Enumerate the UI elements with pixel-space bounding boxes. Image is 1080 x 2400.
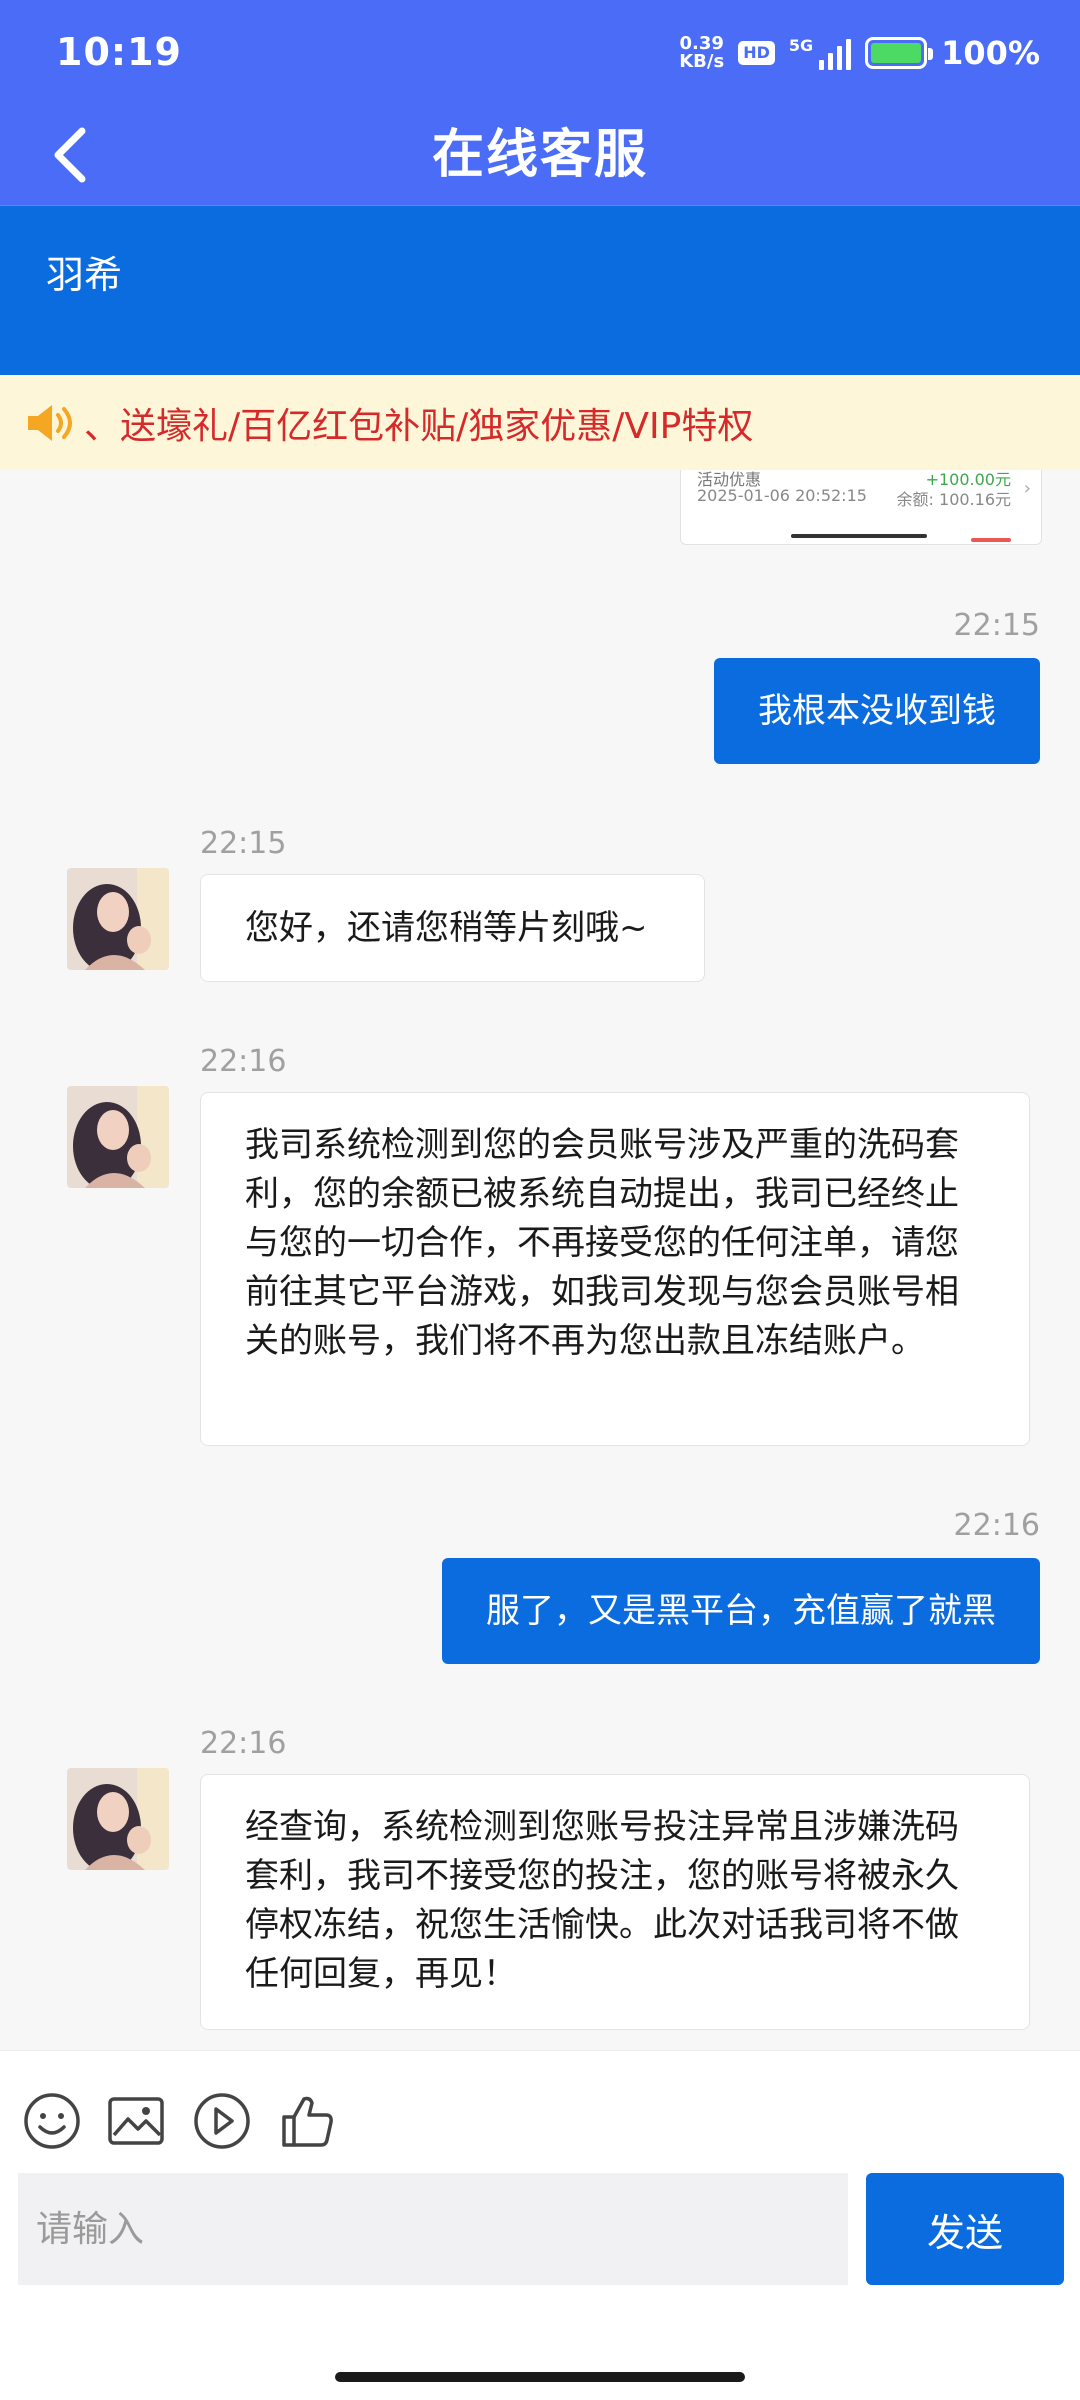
bottom-safe-area xyxy=(0,2300,1080,2400)
input-toolbar xyxy=(0,2050,1080,2170)
send-button[interactable]: 发送 xyxy=(866,2173,1064,2285)
hd-icon: HD xyxy=(738,41,775,65)
home-indicator[interactable] xyxy=(335,2372,745,2382)
image-icon[interactable] xyxy=(106,2091,166,2151)
avatar-image xyxy=(67,1086,169,1188)
incoming-message[interactable]: 您好，还请您稍等片刻哦~ xyxy=(200,874,705,982)
image-message-fragment[interactable]: 活动优惠 +100.00元 2025-01-06 20:52:15 余额: 10… xyxy=(680,470,1042,545)
page-title: 在线客服 xyxy=(431,125,648,185)
message-text: 我司系统检测到您的会员账号涉及严重的洗码套利，您的余额已被系统自动提出，我司已经… xyxy=(245,1125,959,1361)
network-speed: 0.39 KB/s xyxy=(679,35,724,71)
chat-area[interactable]: 活动优惠 +100.00元 2025-01-06 20:52:15 余额: 10… xyxy=(0,470,1080,2050)
nav-bar: 在线客服 xyxy=(0,105,1080,205)
incoming-message[interactable]: 经查询，系统检测到您账号投注异常且涉嫌洗码套利，我司不接受您的投注，您的账号将被… xyxy=(200,1774,1030,2030)
agent-banner: 羽希 xyxy=(0,205,1080,375)
message-text: 服了，又是黑平台，充值赢了就黑 xyxy=(486,1591,996,1631)
message-timestamp: 22:15 xyxy=(953,608,1040,643)
message-input[interactable] xyxy=(18,2173,848,2285)
fragment-red-mark xyxy=(971,538,1011,542)
message-text: 经查询，系统检测到您账号投注异常且涉嫌洗码套利，我司不接受您的投注，您的账号将被… xyxy=(245,1807,959,1994)
avatar-image xyxy=(67,1768,169,1870)
status-bar: 10:19 0.39 KB/s HD 5G 100% xyxy=(0,0,1080,105)
avatar-image xyxy=(67,868,169,970)
video-icon[interactable] xyxy=(192,2091,252,2151)
notice-text: 、送壕礼/百亿红包补贴/独家优惠/VIP特权 xyxy=(84,405,754,447)
composer: 发送 xyxy=(0,2170,1080,2300)
outgoing-message[interactable]: 服了，又是黑平台，充值赢了就黑 xyxy=(442,1558,1040,1664)
fragment-balance: 余额: 100.16元 xyxy=(896,490,1011,509)
network-type: 5G xyxy=(788,36,814,55)
message-text: 我根本没收到钱 xyxy=(758,691,996,731)
chevron-right-icon: › xyxy=(1023,478,1031,499)
speaker-icon xyxy=(28,404,72,441)
status-time: 10:19 xyxy=(56,30,182,74)
outgoing-message[interactable]: 我根本没收到钱 xyxy=(714,658,1040,764)
agent-name: 羽希 xyxy=(46,253,123,297)
network-speed-unit: KB/s xyxy=(679,51,725,72)
status-indicators: 0.39 KB/s HD 5G 100% xyxy=(679,28,1040,78)
agent-avatar[interactable] xyxy=(67,1768,169,1870)
message-text: 您好，还请您稍等片刻哦~ xyxy=(245,907,648,948)
signal-icon: 5G xyxy=(788,36,852,70)
thumbs-up-icon[interactable] xyxy=(278,2091,338,2151)
emoji-icon[interactable] xyxy=(22,2091,82,2151)
agent-avatar[interactable] xyxy=(67,868,169,970)
message-timestamp: 22:16 xyxy=(953,1508,1040,1543)
battery-percent: 100% xyxy=(941,34,1040,72)
message-timestamp: 22:15 xyxy=(200,826,287,861)
message-timestamp: 22:16 xyxy=(200,1726,287,1761)
agent-avatar[interactable] xyxy=(67,1086,169,1188)
message-timestamp: 22:16 xyxy=(200,1044,287,1079)
fragment-date: 2025-01-06 20:52:15 xyxy=(697,486,867,505)
fragment-scrollbar xyxy=(791,534,927,538)
battery-icon xyxy=(865,37,934,69)
top-bar: 10:19 0.39 KB/s HD 5G 100% 在线客服 xyxy=(0,0,1080,205)
incoming-message[interactable]: 我司系统检测到您的会员账号涉及严重的洗码套利，您的余额已被系统自动提出，我司已经… xyxy=(200,1092,1030,1446)
notice-marquee[interactable]: 、送壕礼/百亿红包补贴/独家优惠/VIP特权 xyxy=(0,375,1080,470)
